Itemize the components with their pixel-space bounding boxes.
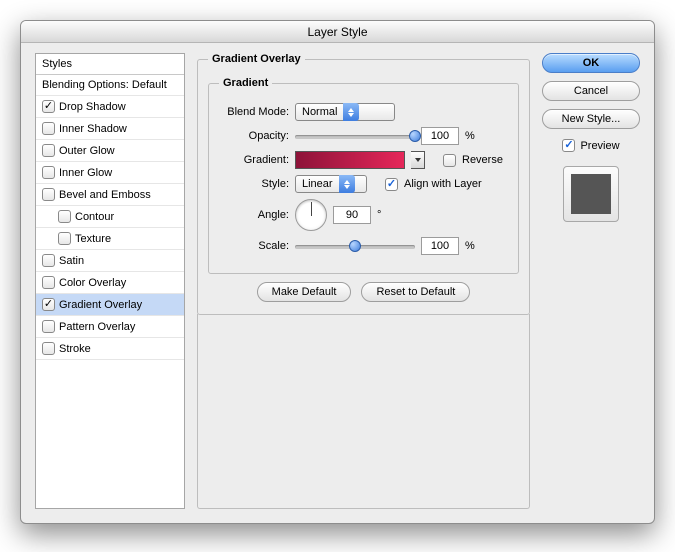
checkbox-icon[interactable] [42, 320, 55, 333]
align-checkbox[interactable] [385, 178, 398, 191]
slider-thumb-icon[interactable] [409, 130, 421, 142]
reset-default-button[interactable]: Reset to Default [361, 282, 470, 302]
reverse-checkbox[interactable] [443, 154, 456, 167]
section-title: Gradient Overlay [208, 53, 305, 65]
window-title: Layer Style [307, 25, 367, 39]
ok-button[interactable]: OK [542, 53, 640, 73]
checkbox-icon[interactable] [42, 188, 55, 201]
checkbox-icon[interactable] [58, 210, 71, 223]
right-column: OK Cancel New Style... Preview [542, 53, 640, 509]
style-gradient-overlay[interactable]: Gradient Overlay [36, 294, 184, 316]
checkbox-icon[interactable] [42, 122, 55, 135]
chevron-updown-icon [339, 175, 355, 193]
style-stroke[interactable]: Stroke [36, 338, 184, 360]
style-drop-shadow[interactable]: Drop Shadow [36, 96, 184, 118]
opacity-input[interactable] [421, 127, 459, 145]
opacity-label: Opacity: [219, 130, 289, 142]
blend-mode-select[interactable]: Normal [295, 103, 395, 121]
styles-header[interactable]: Styles [36, 54, 184, 75]
scale-input[interactable] [421, 237, 459, 255]
styles-panel: Styles Blending Options: Default Drop Sh… [35, 53, 185, 509]
style-label: Outer Glow [59, 145, 115, 157]
layer-style-dialog: Layer Style Styles Blending Options: Def… [20, 20, 655, 524]
gradient-overlay-group: Gradient Overlay Gradient Blend Mode: No… [197, 53, 530, 315]
gradient-label: Gradient: [219, 154, 289, 166]
angle-input[interactable] [333, 206, 371, 224]
checkbox-icon[interactable] [42, 298, 55, 311]
style-pattern-overlay[interactable]: Pattern Overlay [36, 316, 184, 338]
chevron-updown-icon [343, 103, 359, 121]
style-select[interactable]: Linear [295, 175, 367, 193]
opacity-slider[interactable] [295, 129, 415, 143]
slider-thumb-icon[interactable] [349, 240, 361, 252]
blending-options-label: Blending Options: Default [42, 79, 167, 91]
reverse-label: Reverse [462, 154, 503, 166]
style-label: Inner Glow [59, 167, 112, 179]
new-style-button[interactable]: New Style... [542, 109, 640, 129]
style-label: Inner Shadow [59, 123, 127, 135]
styles-list: Drop Shadow Inner Shadow Outer Glow Inne… [36, 96, 184, 360]
checkbox-icon[interactable] [42, 254, 55, 267]
blending-options-row[interactable]: Blending Options: Default [36, 75, 184, 96]
angle-unit: ° [377, 209, 381, 221]
scale-label: Scale: [219, 240, 289, 252]
style-contour[interactable]: Contour [36, 206, 184, 228]
style-inner-shadow[interactable]: Inner Shadow [36, 118, 184, 140]
checkbox-icon[interactable] [42, 166, 55, 179]
checkbox-icon[interactable] [42, 100, 55, 113]
style-label: Drop Shadow [59, 101, 126, 113]
style-outer-glow[interactable]: Outer Glow [36, 140, 184, 162]
blend-mode-label: Blend Mode: [219, 106, 289, 118]
titlebar: Layer Style [21, 21, 654, 43]
angle-label: Angle: [219, 209, 289, 221]
cancel-button[interactable]: Cancel [542, 81, 640, 101]
main-panel: Gradient Overlay Gradient Blend Mode: No… [197, 53, 530, 509]
style-label: Contour [75, 211, 114, 223]
checkbox-icon[interactable] [42, 144, 55, 157]
style-color-overlay[interactable]: Color Overlay [36, 272, 184, 294]
gradient-group-title: Gradient [219, 77, 272, 89]
blend-mode-value: Normal [302, 106, 337, 118]
scale-unit: % [465, 240, 475, 252]
style-label: Gradient Overlay [59, 299, 142, 311]
gradient-dropdown-icon[interactable] [411, 151, 425, 169]
gradient-swatch[interactable] [295, 151, 405, 169]
checkbox-icon[interactable] [42, 276, 55, 289]
style-inner-glow[interactable]: Inner Glow [36, 162, 184, 184]
panel-fill [197, 314, 530, 509]
scale-slider[interactable] [295, 239, 415, 253]
style-texture[interactable]: Texture [36, 228, 184, 250]
preview-swatch [571, 174, 611, 214]
angle-dial[interactable] [295, 199, 327, 231]
style-label: Pattern Overlay [59, 321, 135, 333]
style-value: Linear [302, 178, 333, 190]
style-label: Bevel and Emboss [59, 189, 151, 201]
style-bevel-emboss[interactable]: Bevel and Emboss [36, 184, 184, 206]
checkbox-icon[interactable] [58, 232, 71, 245]
preview-swatch-container [563, 166, 619, 222]
opacity-unit: % [465, 130, 475, 142]
gradient-group: Gradient Blend Mode: Normal Opacity: [208, 77, 519, 274]
style-label: Texture [75, 233, 111, 245]
align-label: Align with Layer [404, 178, 482, 190]
style-satin[interactable]: Satin [36, 250, 184, 272]
style-label-txt: Style: [219, 178, 289, 190]
preview-label: Preview [580, 140, 619, 152]
style-label: Color Overlay [59, 277, 126, 289]
checkbox-icon[interactable] [42, 342, 55, 355]
preview-checkbox[interactable] [562, 139, 575, 152]
style-label: Stroke [59, 343, 91, 355]
make-default-button[interactable]: Make Default [257, 282, 352, 302]
style-label: Satin [59, 255, 84, 267]
